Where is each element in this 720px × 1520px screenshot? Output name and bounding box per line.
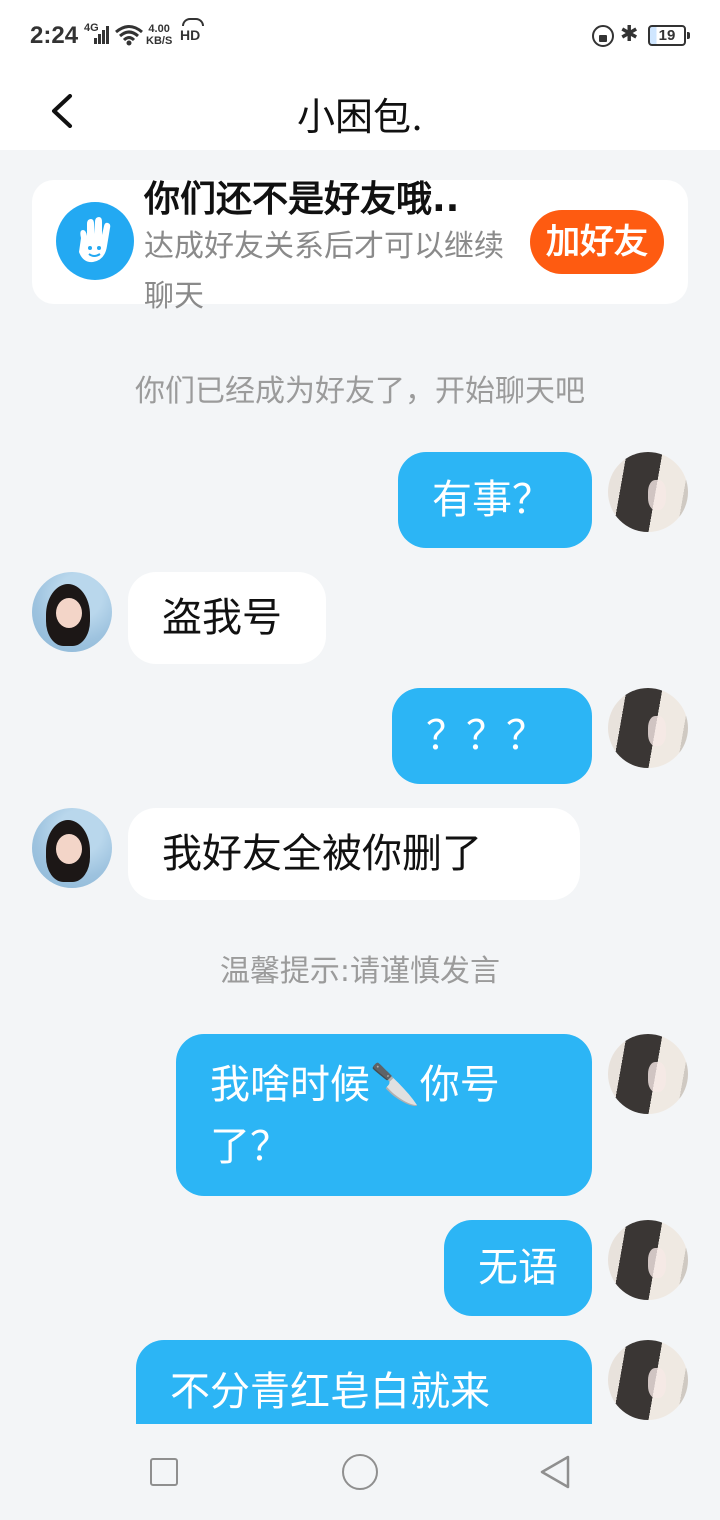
system-tip-warning: 温馨提示:请谨慎发言 xyxy=(219,954,501,989)
avatar-peer[interactable] xyxy=(32,808,112,888)
system-nav-bar xyxy=(0,1424,720,1520)
chat-title: 小困包. xyxy=(296,95,424,139)
status-time: 2:24 xyxy=(30,22,79,49)
speed-value: 4.00 xyxy=(148,23,170,35)
friend-notice-title: 你们还不是好友哦.. xyxy=(144,179,460,220)
message-bubble-incoming[interactable]: 盗我号 xyxy=(128,572,326,664)
network-speed: 4.00 KB/S xyxy=(146,23,172,47)
add-friend-button[interactable]: 加好友 xyxy=(530,210,664,274)
bluetooth-icon: ✱ xyxy=(620,22,639,47)
message-bubble-outgoing[interactable]: 无语 xyxy=(444,1220,592,1316)
avatar-self[interactable] xyxy=(608,1220,688,1300)
avatar-self[interactable] xyxy=(608,452,688,532)
speed-unit: KB/S xyxy=(146,35,173,47)
message-bubble-outgoing[interactable]: 有事？ xyxy=(398,452,592,548)
hd-icon: HD xyxy=(180,18,204,46)
avatar-self[interactable] xyxy=(608,1034,688,1114)
message-bubble-incoming[interactable]: 我好友全被你删了 xyxy=(128,808,580,900)
battery-icon: 19 xyxy=(648,25,690,46)
status-bar: 2:24 4G 4.00 KB/S HD ✱ 19 xyxy=(0,0,720,72)
message-bubble-outgoing[interactable]: ？？？ xyxy=(392,688,592,784)
friend-notice-card: 你们还不是好友哦.. 达成好友关系后才可以继续聊天 加好友 xyxy=(32,179,688,314)
friend-notice-description: 达成好友关系后才可以继续聊天 xyxy=(144,229,504,314)
chat-header: 小困包. xyxy=(0,72,720,150)
system-tip-friends: 你们已经成为好友了，开始聊天吧 xyxy=(135,374,585,409)
square-icon[interactable] xyxy=(150,1458,178,1486)
circle-icon[interactable] xyxy=(342,1454,378,1490)
avatar-peer[interactable] xyxy=(32,572,112,652)
avatar-self[interactable] xyxy=(608,1340,688,1420)
message-bubble-outgoing[interactable]: 不分青红皂白就来 xyxy=(136,1340,592,1424)
triangle-back-icon[interactable] xyxy=(538,1454,574,1490)
rotation-lock-icon xyxy=(592,25,614,47)
avatar-self[interactable] xyxy=(608,688,688,768)
message-bubble-outgoing[interactable]: 我啥时候🔪你号了？ xyxy=(176,1034,592,1196)
signal-icon xyxy=(94,26,109,44)
hand-wave-icon xyxy=(56,202,134,280)
wifi-icon xyxy=(115,25,143,46)
